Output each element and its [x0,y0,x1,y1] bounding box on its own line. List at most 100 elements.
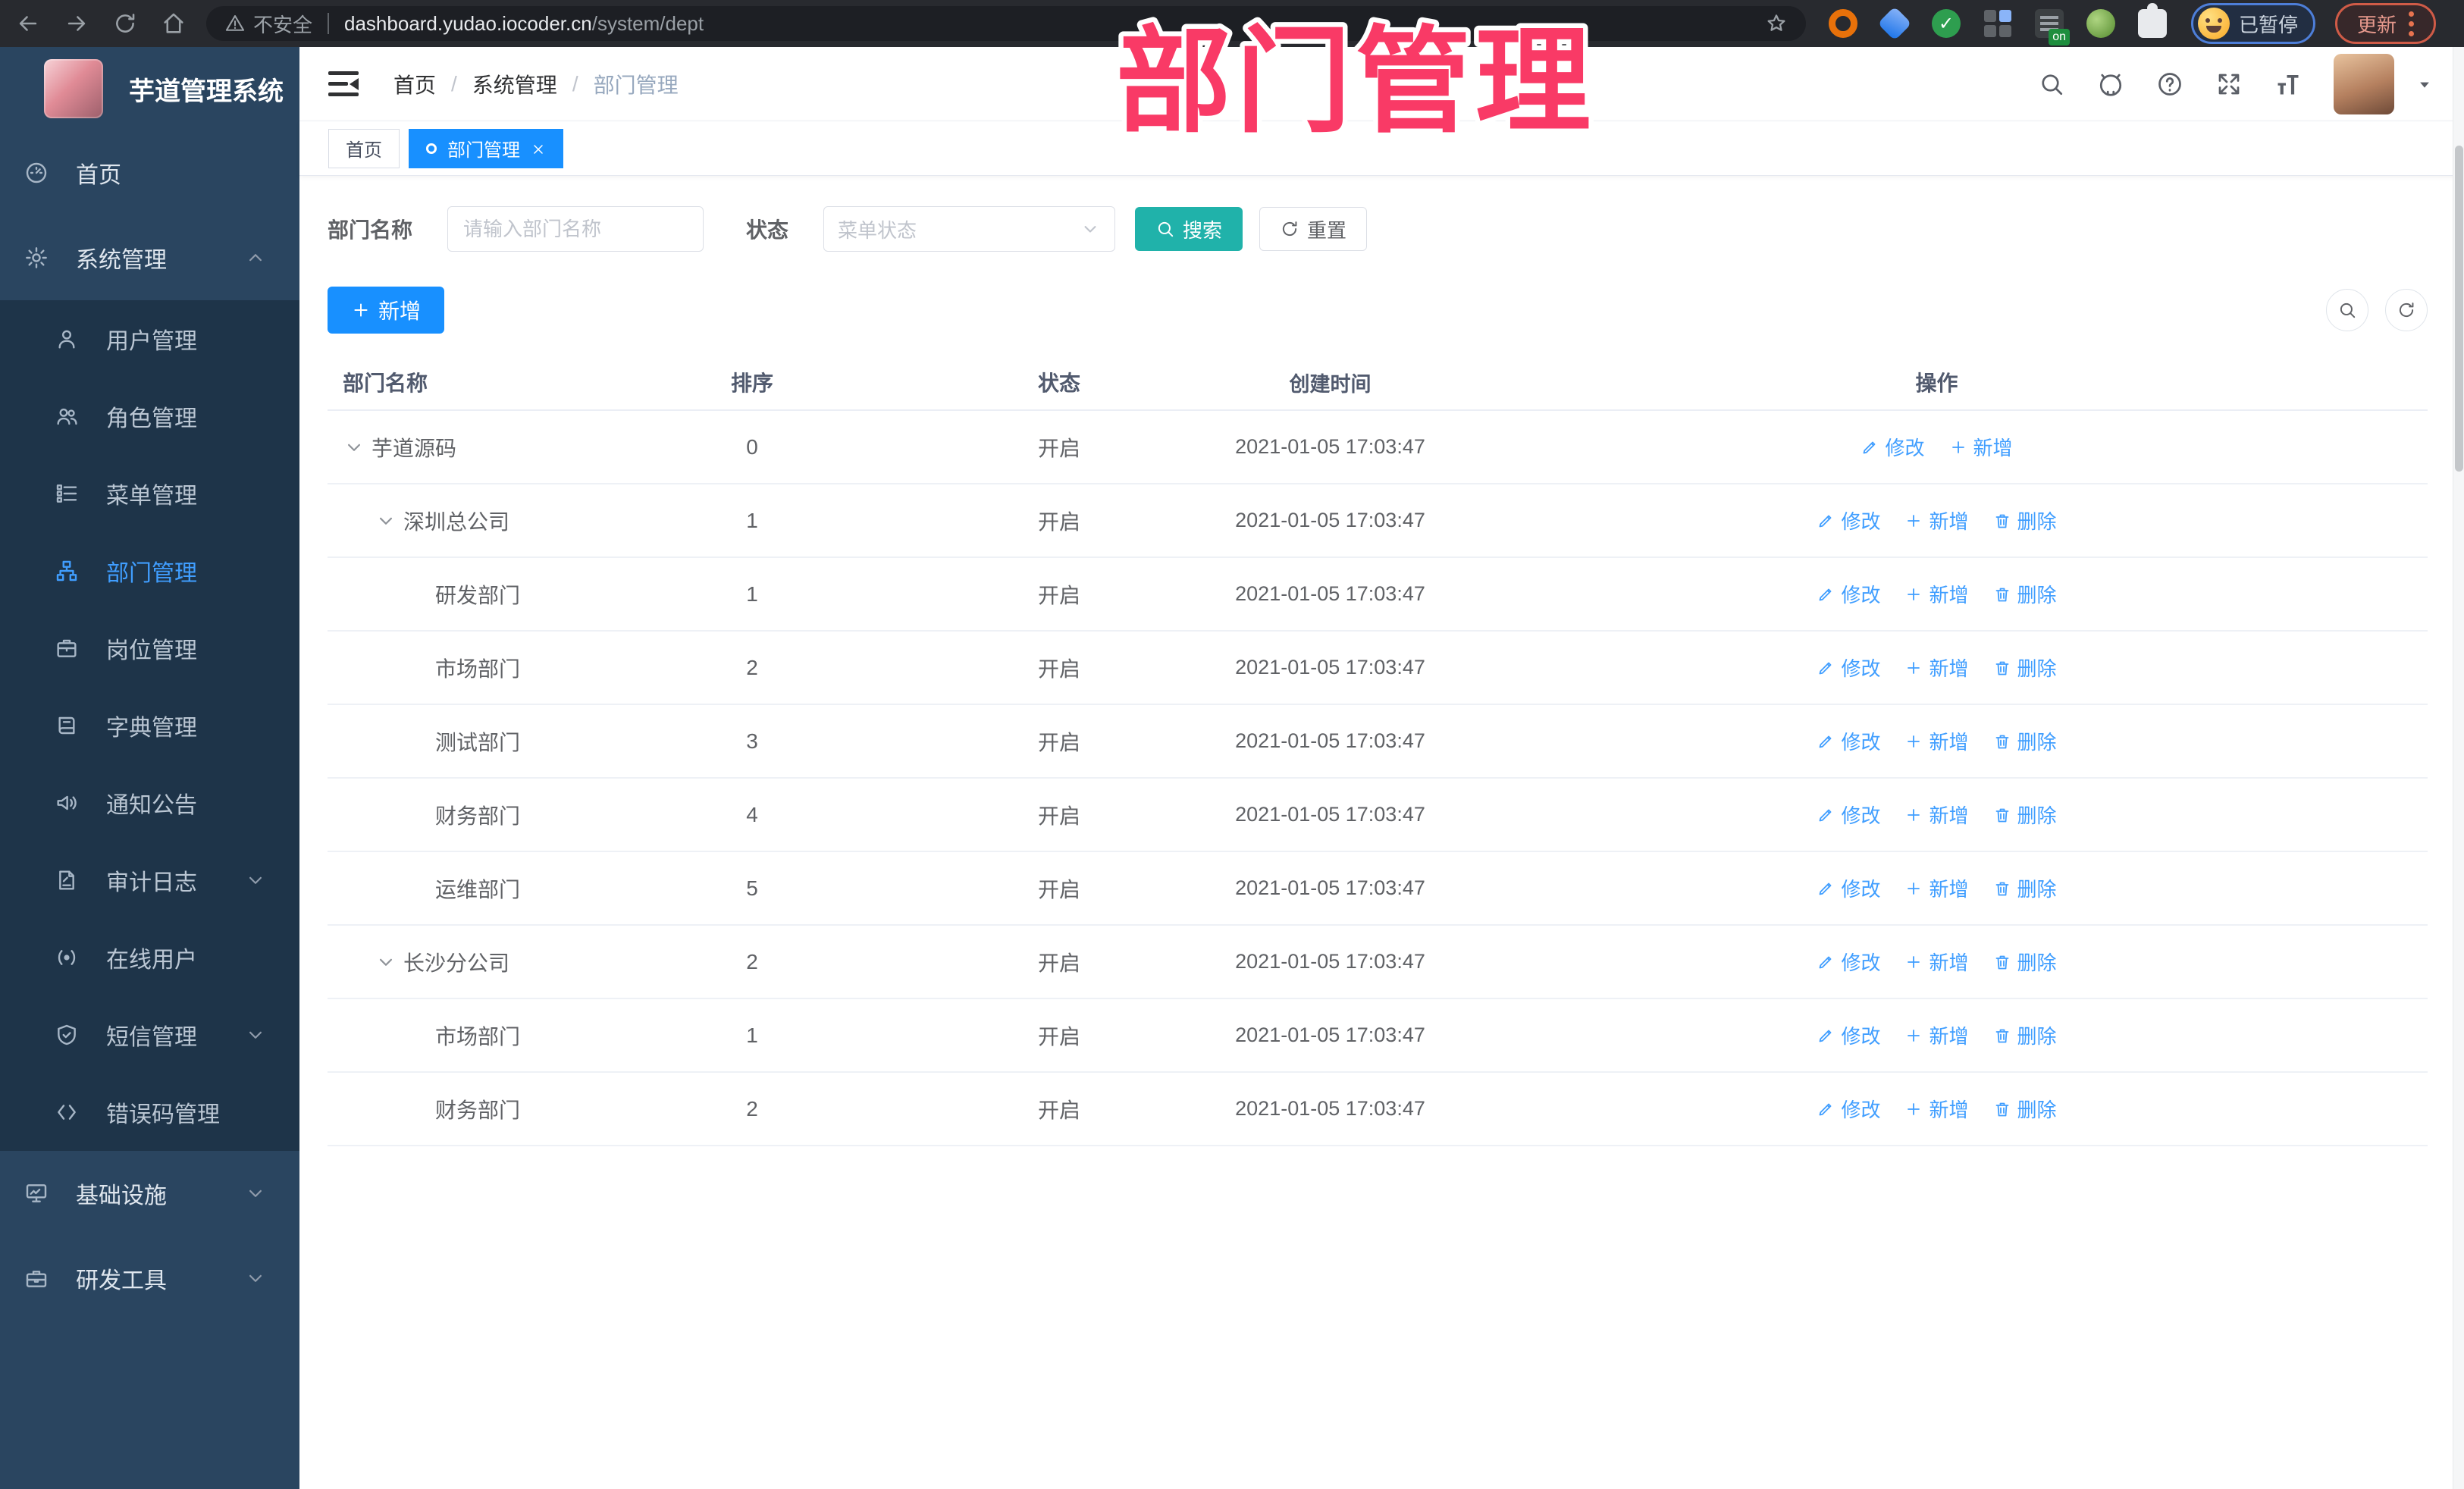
app-logo[interactable]: 芋道管理系统 [0,47,299,130]
breadcrumb-home[interactable]: 首页 [393,69,436,99]
refresh-table-button[interactable] [2385,289,2428,331]
sidebar-item-dept-mgmt[interactable]: 部门管理 [0,532,299,610]
row-action-trash[interactable]: 删除 [1993,874,2057,902]
row-action-plus[interactable]: 新增 [1904,654,1969,682]
sidebar-item-menu-mgmt[interactable]: 菜单管理 [0,455,299,532]
sidebar-item-audit-log[interactable]: 审计日志 [0,842,299,919]
row-action-trash[interactable]: 删除 [1993,1095,2057,1123]
row-action-trash[interactable]: 删除 [1993,801,2057,829]
sidebar-item-home[interactable]: 首页 [0,130,299,215]
row-action-plus[interactable]: 新增 [1904,1021,1969,1049]
row-action-trash[interactable]: 删除 [1993,727,2057,755]
reset-button[interactable]: 重置 [1259,207,1368,251]
actions-cell: 修改 新增 删除 [1446,580,2428,608]
extension-adblock-icon[interactable]: on [2035,9,2070,45]
tree-expand-icon[interactable] [343,436,365,459]
row-action-trash[interactable]: 删除 [1993,654,2057,682]
row-action-edit[interactable]: 修改 [1817,727,1880,755]
sidebar-item-post-mgmt[interactable]: 岗位管理 [0,610,299,687]
row-action-edit[interactable]: 修改 [1817,874,1880,902]
sidebar-item-infra[interactable]: 基础设施 [0,1151,299,1236]
breadcrumb-system[interactable]: 系统管理 [472,69,557,99]
dept-name-cell: 市场部门 [435,657,521,681]
table-body: 芋道源码 0 开启 2021-01-05 17:03:47 修改 新增 深圳总公司 1 开启 20… [328,411,2428,1146]
sidebar-item-online-user[interactable]: 在线用户 [0,919,299,996]
address-bar[interactable]: 不安全 dashboard.yudao.iocoder.cn/system/de… [206,6,1806,41]
status-select[interactable]: 菜单状态 [823,206,1116,252]
toggle-search-button[interactable] [2326,289,2368,331]
row-action-edit[interactable]: 修改 [1861,433,1925,461]
tools-icon [24,1266,49,1290]
browser-forward-icon[interactable] [64,11,89,36]
row-action-plus[interactable]: 新增 [1904,727,1969,755]
browser-home-icon[interactable] [161,11,187,36]
scrollbar-thumb[interactable] [2455,146,2463,472]
profile-chip[interactable]: 已暂停 [2191,3,2316,44]
online-icon [55,945,79,970]
row-action-plus[interactable]: 新增 [1904,580,1969,608]
tree-expand-icon[interactable] [375,509,397,532]
row-action-trash[interactable]: 删除 [1993,948,2057,976]
row-action-edit[interactable]: 修改 [1817,506,1880,534]
user-avatar[interactable] [2334,53,2394,114]
plus-icon [1904,1027,1923,1045]
tree-expand-icon[interactable] [375,951,397,973]
row-action-plus[interactable]: 新增 [1904,801,1969,829]
tab-close-icon[interactable] [531,141,546,156]
github-icon[interactable] [2097,71,2124,98]
docs-help-icon[interactable] [2156,71,2183,98]
row-action-edit[interactable]: 修改 [1817,948,1880,976]
sidebar-item-dict-mgmt[interactable]: 字典管理 [0,687,299,764]
row-action-plus[interactable]: 新增 [1904,874,1969,902]
search-button[interactable]: 搜索 [1135,207,1243,251]
dept-name-input[interactable] [447,206,704,252]
row-action-trash[interactable]: 删除 [1993,580,2057,608]
sidebar-item-role-mgmt[interactable]: 角色管理 [0,378,299,455]
header-search-icon[interactable] [2038,71,2065,98]
sidebar-item-errcode-mgmt[interactable]: 错误码管理 [0,1074,299,1151]
actions-cell: 修改 新增 [1446,433,2428,461]
tab-home[interactable]: 首页 [328,128,400,168]
sidebar-item-sms-mgmt[interactable]: 短信管理 [0,996,299,1074]
extension-leaf-icon[interactable] [2086,9,2115,38]
add-button[interactable]: 新增 [328,287,445,334]
created-time-cell: 2021-01-05 17:03:47 [1235,509,1425,531]
extensions-puzzle-icon[interactable] [2138,3,2167,38]
avatar-caret-icon[interactable] [2414,74,2435,95]
sidebar-item-label: 岗位管理 [106,638,197,663]
row-action-plus[interactable]: 新增 [1904,948,1969,976]
row-action-plus[interactable]: 新增 [1904,506,1969,534]
row-action-edit[interactable]: 修改 [1817,1021,1880,1049]
sidebar-item-system[interactable]: 系统管理 [0,215,299,300]
font-size-icon[interactable] [2274,71,2302,98]
table-row: 测试部门 3 开启 2021-01-05 17:03:47 修改 新增 删除 [328,705,2428,779]
edit-icon [1817,879,1835,898]
row-action-edit[interactable]: 修改 [1817,654,1880,682]
row-action-edit[interactable]: 修改 [1817,580,1880,608]
table-row: 财务部门 2 开启 2021-01-05 17:03:47 修改 新增 删除 [328,1073,2428,1146]
extension-grid-icon[interactable] [1983,9,2012,38]
browser-menu-icon[interactable] [2409,11,2415,36]
extension-check-icon[interactable]: ✓ [1932,9,1961,38]
extension-ring-icon[interactable] [1829,9,1857,38]
page-scrollbar[interactable] [2453,47,2464,1489]
row-action-plus[interactable]: 新增 [1904,1095,1969,1123]
tab-dept-active[interactable]: 部门管理 [409,128,563,168]
browser-back-icon[interactable] [15,11,41,36]
browser-reload-icon[interactable] [112,11,138,36]
sidebar-item-user-mgmt[interactable]: 用户管理 [0,300,299,378]
sidebar-item-devtools[interactable]: 研发工具 [0,1236,299,1321]
bookmark-star-icon[interactable] [1765,12,1788,35]
row-action-edit[interactable]: 修改 [1817,1095,1880,1123]
row-action-trash[interactable]: 删除 [1993,506,2057,534]
row-action-plus[interactable]: 新增 [1949,433,2013,461]
sidebar-fold-icon[interactable] [328,71,359,97]
row-action-edit[interactable]: 修改 [1817,801,1880,829]
row-action-trash[interactable]: 删除 [1993,1021,2057,1049]
dept-name-cell: 芋道源码 [371,436,457,460]
sidebar-item-notice[interactable]: 通知公告 [0,764,299,842]
extension-drop-icon[interactable] [1877,6,1912,41]
browser-update-button[interactable]: 更新 [2335,3,2437,44]
fullscreen-icon[interactable] [2215,71,2243,98]
created-time-cell: 2021-01-05 17:03:47 [1235,950,1425,973]
